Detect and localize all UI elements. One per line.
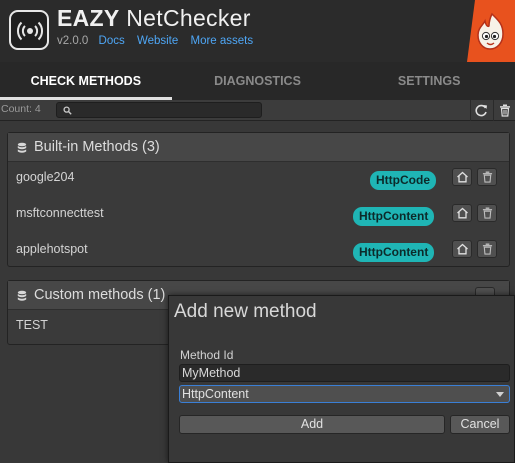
- delete-method-button[interactable]: [477, 204, 497, 222]
- builtin-methods-header[interactable]: Built-in Methods (3): [8, 133, 509, 162]
- tab-settings[interactable]: SETTINGS: [343, 62, 515, 100]
- tab-diagnostics[interactable]: DIAGNOSTICS: [172, 62, 344, 100]
- home-icon: [456, 207, 468, 219]
- main-tabs: CHECK METHODS DIAGNOSTICS SETTINGS: [0, 62, 515, 100]
- method-name: google204: [16, 170, 75, 184]
- app-logo: [9, 10, 49, 50]
- method-name: msftconnecttest: [16, 206, 104, 220]
- app-title: EAZY NetChecker: [57, 5, 251, 32]
- app-title-rest: NetChecker: [126, 5, 251, 31]
- builtin-methods-title: Built-in Methods (3): [34, 139, 160, 155]
- method-type-badge: HttpContent: [353, 243, 435, 262]
- trash-icon: [482, 243, 492, 255]
- list-item: msftconnecttest HttpContent: [8, 198, 509, 234]
- method-id-label: Method Id: [180, 348, 234, 362]
- set-default-button[interactable]: [452, 168, 472, 186]
- refresh-icon: [475, 104, 487, 117]
- trash-icon: [482, 171, 492, 183]
- version-label: v2.0.0: [57, 35, 89, 47]
- home-icon: [456, 171, 468, 183]
- more-assets-link[interactable]: More assets: [190, 35, 253, 47]
- app-header: EAZY NetChecker v2.0.0 Docs Website More…: [0, 0, 515, 62]
- website-link[interactable]: Website: [137, 35, 178, 47]
- delete-method-button[interactable]: [477, 168, 497, 186]
- list-item: applehotspot HttpContent: [8, 234, 509, 270]
- list-item: google204 HttpCode: [8, 162, 509, 198]
- delete-method-button[interactable]: [477, 240, 497, 258]
- method-type-badge: HttpContent: [353, 207, 435, 226]
- database-icon: [17, 290, 27, 301]
- home-icon: [456, 243, 468, 255]
- chevron-down-icon: [496, 392, 504, 397]
- add-button[interactable]: Add: [179, 415, 445, 434]
- docs-link[interactable]: Docs: [99, 35, 125, 47]
- method-type-select[interactable]: HttpContent: [179, 385, 510, 403]
- trash-icon: [499, 104, 510, 117]
- database-icon: [17, 142, 27, 153]
- method-type-selected: HttpContent: [182, 387, 249, 401]
- builtin-methods-panel: Built-in Methods (3) google204 HttpCode …: [7, 132, 510, 267]
- method-id-field[interactable]: MyMethod: [179, 364, 510, 382]
- refresh-button[interactable]: [470, 100, 492, 121]
- add-method-dialog: Add new method Method Id MyMethod HttpCo…: [168, 295, 515, 463]
- flame-mascot-icon: [467, 0, 515, 62]
- method-name: TEST: [16, 318, 48, 332]
- tab-check-methods[interactable]: CHECK METHODS: [0, 62, 172, 100]
- app-title-bold: EAZY: [57, 5, 120, 31]
- trash-icon: [482, 207, 492, 219]
- method-name: applehotspot: [16, 242, 88, 256]
- set-default-button[interactable]: [452, 204, 472, 222]
- cancel-button[interactable]: Cancel: [450, 415, 510, 434]
- methods-toolbar: Count: 4: [0, 100, 515, 121]
- header-links: v2.0.0 Docs Website More assets: [57, 35, 262, 47]
- search-icon: [63, 106, 72, 115]
- search-input[interactable]: [56, 102, 262, 118]
- delete-all-button[interactable]: [493, 100, 515, 121]
- wifi-icon: [17, 21, 43, 41]
- set-default-button[interactable]: [452, 240, 472, 258]
- method-type-badge: HttpCode: [370, 171, 436, 190]
- custom-methods-title: Custom methods (1): [34, 287, 166, 303]
- method-count: Count: 4: [1, 103, 41, 115]
- dialog-title: Add new method: [174, 301, 317, 322]
